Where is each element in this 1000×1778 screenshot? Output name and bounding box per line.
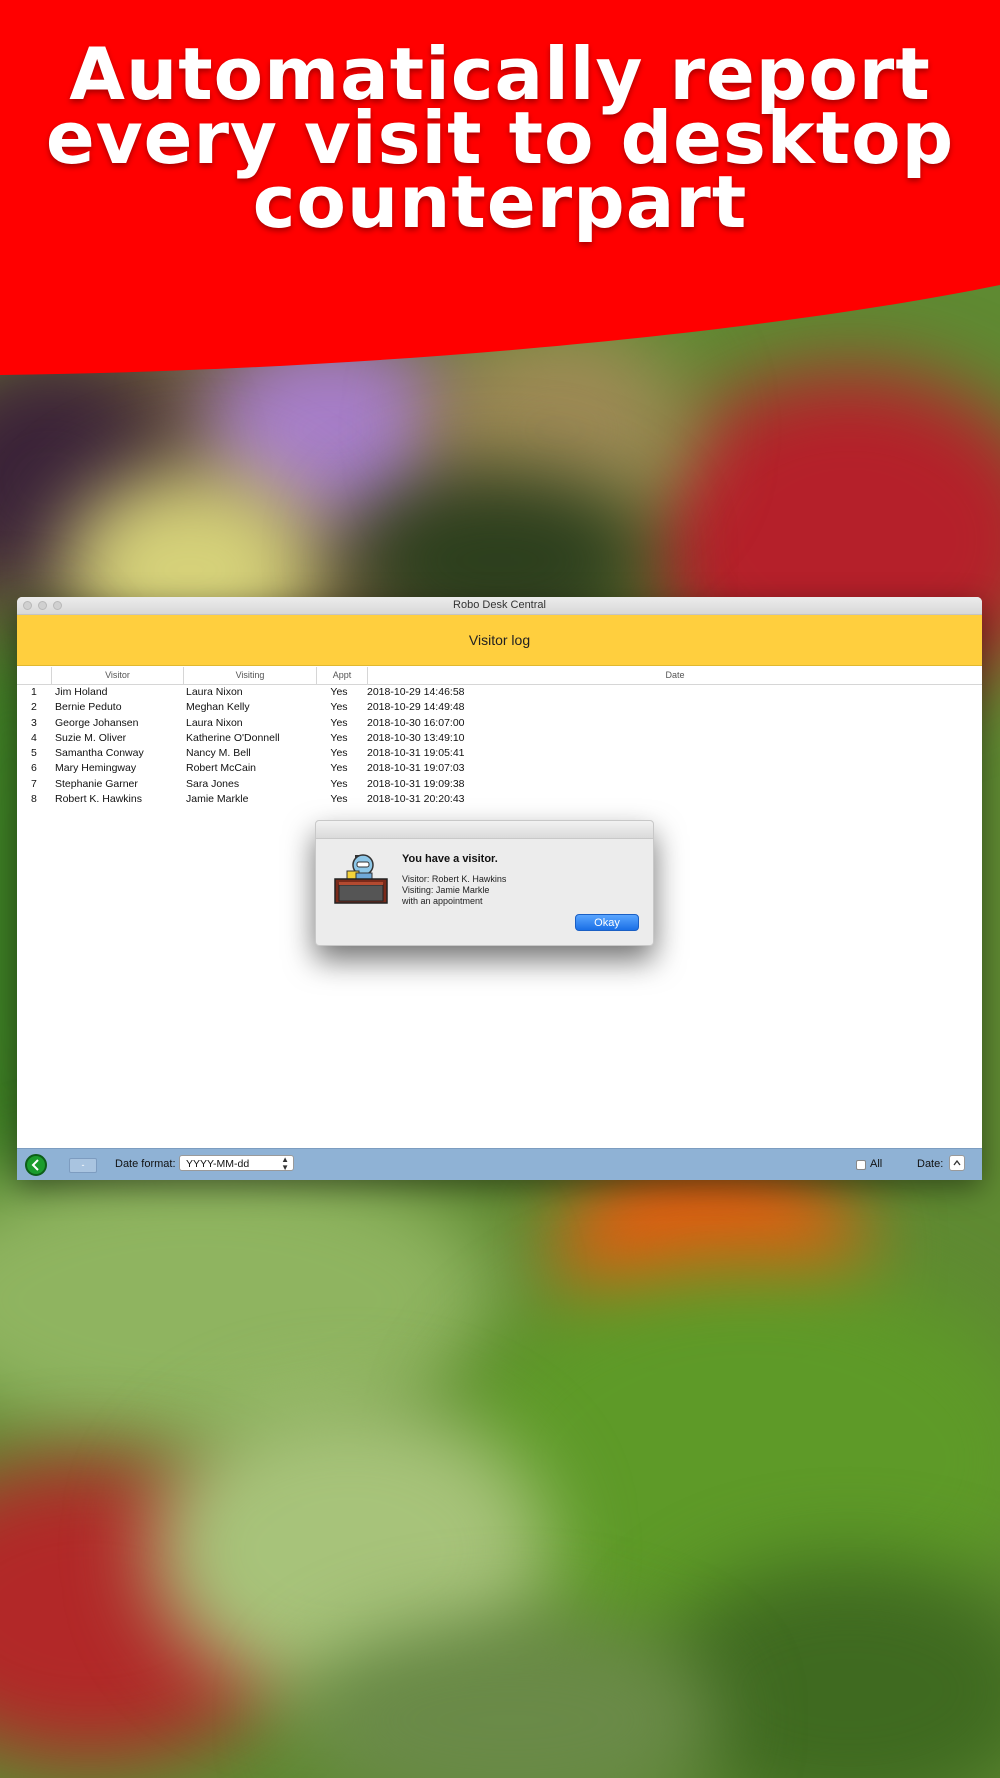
row-index: 4 — [31, 731, 37, 744]
window-title: Robo Desk Central — [453, 599, 546, 611]
remove-button[interactable]: - — [69, 1158, 97, 1173]
column-header-visiting[interactable]: Visiting — [184, 667, 317, 684]
row-index: 5 — [31, 747, 37, 760]
visitor-log-header: Visitor log — [17, 615, 982, 666]
dialog-titlebar — [316, 821, 653, 839]
row-date: 2018-10-29 14:46:58 — [367, 686, 465, 698]
row-visitor: Jim Holand — [55, 686, 108, 698]
dialog-title: You have a visitor. — [402, 853, 498, 865]
stepper-arrows-icon: ▲ ▼ — [281, 1155, 289, 1172]
row-date: 2018-10-31 19:07:03 — [367, 762, 465, 775]
row-index: 7 — [31, 777, 37, 790]
row-visiting: Jamie Markle — [186, 793, 249, 806]
minimize-window-button[interactable] — [38, 601, 47, 610]
all-checkbox[interactable] — [856, 1160, 866, 1170]
column-header-index[interactable] — [17, 667, 52, 684]
dialog-appointment-line: with an appointment — [402, 896, 483, 906]
row-visiting: Katherine O'Donnell — [186, 731, 280, 744]
all-label: All — [870, 1158, 883, 1170]
close-window-button[interactable] — [23, 601, 32, 610]
row-index: 1 — [31, 686, 37, 698]
column-header-appt[interactable]: Appt — [317, 667, 368, 684]
window-titlebar: Robo Desk Central — [17, 597, 982, 615]
chevron-left-icon — [31, 1159, 39, 1171]
row-appt: Yes — [330, 762, 348, 775]
row-date: 2018-10-31 20:20:43 — [367, 793, 465, 806]
row-visiting: Sara Jones — [186, 777, 240, 790]
date-format-select[interactable]: YYYY-MM-dd ▲ ▼ — [179, 1155, 294, 1172]
row-appt: Yes — [330, 793, 348, 806]
row-date: 2018-10-31 19:09:38 — [367, 777, 465, 790]
row-index: 6 — [31, 762, 37, 775]
table-row[interactable]: 7 Stephanie Garner Sara Jones Yes 2018-1… — [17, 777, 982, 792]
date-sort-button[interactable] — [949, 1155, 965, 1171]
table-row[interactable]: 2 Bernie Peduto Meghan Kelly Yes 2018-10… — [17, 700, 982, 715]
row-visiting: Robert McCain — [186, 762, 257, 775]
table-row[interactable]: 3 George Johansen Laura Nixon Yes 2018-1… — [17, 716, 982, 731]
zoom-window-button[interactable] — [53, 601, 62, 610]
row-appt: Yes — [330, 701, 348, 714]
row-date: 2018-10-29 14:49:48 — [367, 701, 465, 714]
row-visiting: Meghan Kelly — [186, 701, 250, 714]
row-index: 2 — [31, 701, 37, 714]
promo-banner: Automatically report every visit to desk… — [0, 0, 1000, 380]
dialog-visiting-line: Visiting: Jamie Markle — [402, 885, 490, 895]
row-visitor: Mary Hemingway — [55, 762, 137, 775]
row-appt: Yes — [330, 686, 348, 698]
row-date: 2018-10-30 13:49:10 — [367, 731, 465, 744]
table-row[interactable]: 6 Mary Hemingway Robert McCain Yes 2018-… — [17, 761, 982, 776]
visitor-table: 1 Jim Holand Laura Nixon Yes 2018-10-29 … — [17, 685, 982, 807]
row-appt: Yes — [330, 777, 348, 790]
table-row[interactable]: 4 Suzie M. Oliver Katherine O'Donnell Ye… — [17, 731, 982, 746]
row-appt: Yes — [330, 747, 348, 760]
row-visitor: Robert K. Hawkins — [55, 793, 142, 806]
date-format-label: Date format: — [115, 1158, 176, 1170]
table-header: Visitor Visiting Appt Date — [17, 667, 982, 685]
row-visitor: Suzie M. Oliver — [55, 731, 127, 744]
row-visitor: George Johansen — [55, 716, 139, 729]
row-date: 2018-10-30 16:07:00 — [367, 716, 465, 729]
window-controls — [23, 601, 62, 610]
robot-receptionist-icon — [334, 854, 388, 904]
banner-headline: Automatically report every visit to desk… — [45, 32, 955, 244]
row-visiting: Laura Nixon — [186, 716, 243, 729]
visitor-alert-dialog: You have a visitor. Visitor: Robert K. H… — [315, 820, 654, 946]
row-appt: Yes — [330, 731, 348, 744]
date-label: Date: — [917, 1158, 944, 1170]
table-row[interactable]: 8 Robert K. Hawkins Jamie Markle Yes 201… — [17, 792, 982, 807]
bottom-toolbar: - Date format: YYYY-MM-dd ▲ ▼ All Date: — [17, 1148, 982, 1180]
chevron-up-icon — [953, 1159, 961, 1166]
column-header-date[interactable]: Date — [368, 667, 982, 684]
row-visitor: Bernie Peduto — [55, 701, 122, 714]
table-row[interactable]: 5 Samantha Conway Nancy M. Bell Yes 2018… — [17, 746, 982, 761]
column-header-visitor[interactable]: Visitor — [52, 667, 184, 684]
row-visitor: Samantha Conway — [55, 747, 144, 760]
row-visiting: Nancy M. Bell — [186, 747, 251, 760]
row-visitor: Stephanie Garner — [55, 777, 138, 790]
row-appt: Yes — [330, 716, 348, 729]
table-row[interactable]: 1 Jim Holand Laura Nixon Yes 2018-10-29 … — [17, 685, 982, 700]
date-format-value: YYYY-MM-dd — [186, 1158, 250, 1170]
okay-button[interactable]: Okay — [575, 914, 639, 931]
row-index: 3 — [31, 716, 37, 729]
back-button[interactable] — [25, 1154, 47, 1176]
row-visiting: Laura Nixon — [186, 686, 243, 698]
row-date: 2018-10-31 19:05:41 — [367, 747, 465, 760]
dialog-visitor-line: Visitor: Robert K. Hawkins — [402, 874, 507, 884]
row-index: 8 — [31, 793, 37, 806]
